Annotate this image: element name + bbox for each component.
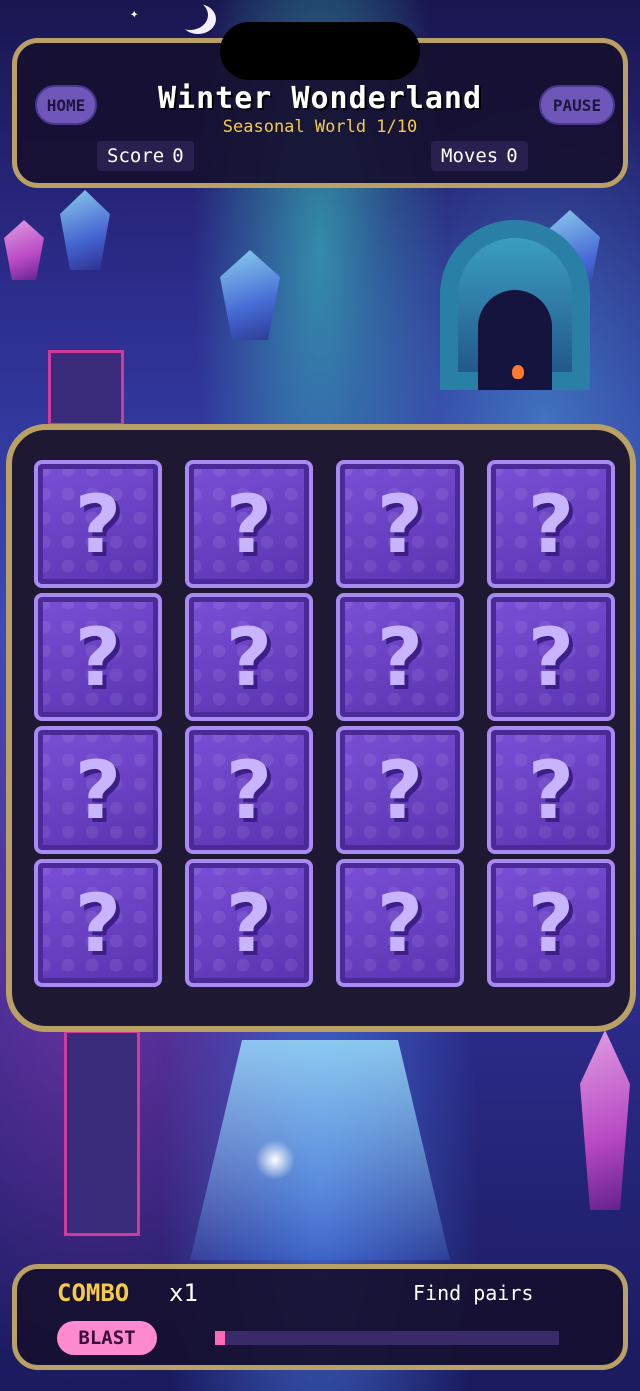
card-grid: ? ? ? ? ? ? ? ? ? ? ? ? ? ? ? ?: [34, 460, 615, 987]
blast-progress-fill: [215, 1331, 226, 1345]
memory-card[interactable]: ?: [487, 859, 615, 987]
question-mark-icon: ?: [225, 477, 273, 571]
question-mark-icon: ?: [74, 876, 122, 970]
star-icon: ✦: [130, 6, 139, 22]
level-title: Winter Wonderland: [157, 81, 483, 116]
fire-icon: [512, 365, 524, 379]
question-mark-icon: ?: [225, 876, 273, 970]
memory-card[interactable]: ?: [336, 593, 464, 721]
score-display: Score 0: [97, 141, 194, 171]
arcade-cabinet: [64, 1030, 140, 1236]
blast-progress-bar: [215, 1331, 559, 1345]
crystal-decor: [60, 190, 110, 270]
question-mark-icon: ?: [225, 610, 273, 704]
memory-card[interactable]: ?: [34, 859, 162, 987]
question-mark-icon: ?: [376, 610, 424, 704]
question-mark-icon: ?: [527, 876, 575, 970]
question-mark-icon: ?: [376, 876, 424, 970]
footer-panel: COMBO x1 Find pairs BLAST: [12, 1264, 628, 1370]
memory-card[interactable]: ?: [185, 859, 313, 987]
question-mark-icon: ?: [527, 477, 575, 571]
memory-card[interactable]: ?: [185, 593, 313, 721]
moves-label: Moves: [441, 145, 499, 167]
question-mark-icon: ?: [225, 743, 273, 837]
memory-card[interactable]: ?: [487, 726, 615, 854]
question-mark-icon: ?: [74, 610, 122, 704]
moves-display: Moves 0: [431, 141, 528, 171]
ice-arch: [440, 220, 590, 390]
camera-notch: [220, 22, 420, 80]
blast-button[interactable]: BLAST: [57, 1321, 157, 1355]
moon-icon: [172, 0, 208, 30]
question-mark-icon: ?: [376, 743, 424, 837]
card-board: ? ? ? ? ? ? ? ? ? ? ? ? ? ? ? ?: [6, 424, 636, 1032]
memory-card[interactable]: ?: [487, 460, 615, 588]
memory-card[interactable]: ?: [487, 593, 615, 721]
combo-label: COMBO: [57, 1279, 130, 1307]
memory-card[interactable]: ?: [336, 726, 464, 854]
memory-card[interactable]: ?: [34, 726, 162, 854]
memory-card[interactable]: ?: [34, 460, 162, 588]
question-mark-icon: ?: [74, 477, 122, 571]
crystal-decor: [220, 250, 280, 340]
memory-card[interactable]: ?: [185, 726, 313, 854]
light-orb: [255, 1140, 295, 1180]
hint-text: Find pairs: [413, 1281, 534, 1305]
memory-card[interactable]: ?: [336, 460, 464, 588]
question-mark-icon: ?: [527, 743, 575, 837]
question-mark-icon: ?: [527, 610, 575, 704]
score-value: 0: [172, 145, 184, 167]
world-progress: Seasonal World 1/10: [222, 117, 418, 137]
question-mark-icon: ?: [74, 743, 122, 837]
memory-card[interactable]: ?: [185, 460, 313, 588]
memory-card[interactable]: ?: [34, 593, 162, 721]
arcade-cabinet: [48, 350, 124, 426]
score-label: Score: [107, 145, 165, 167]
moves-value: 0: [506, 145, 518, 167]
crystal-decor: [4, 220, 44, 280]
waterfall: [190, 1040, 450, 1260]
crystal-decor: [580, 1030, 630, 1210]
question-mark-icon: ?: [376, 477, 424, 571]
combo-multiplier: x1: [169, 1279, 198, 1307]
memory-card[interactable]: ?: [336, 859, 464, 987]
